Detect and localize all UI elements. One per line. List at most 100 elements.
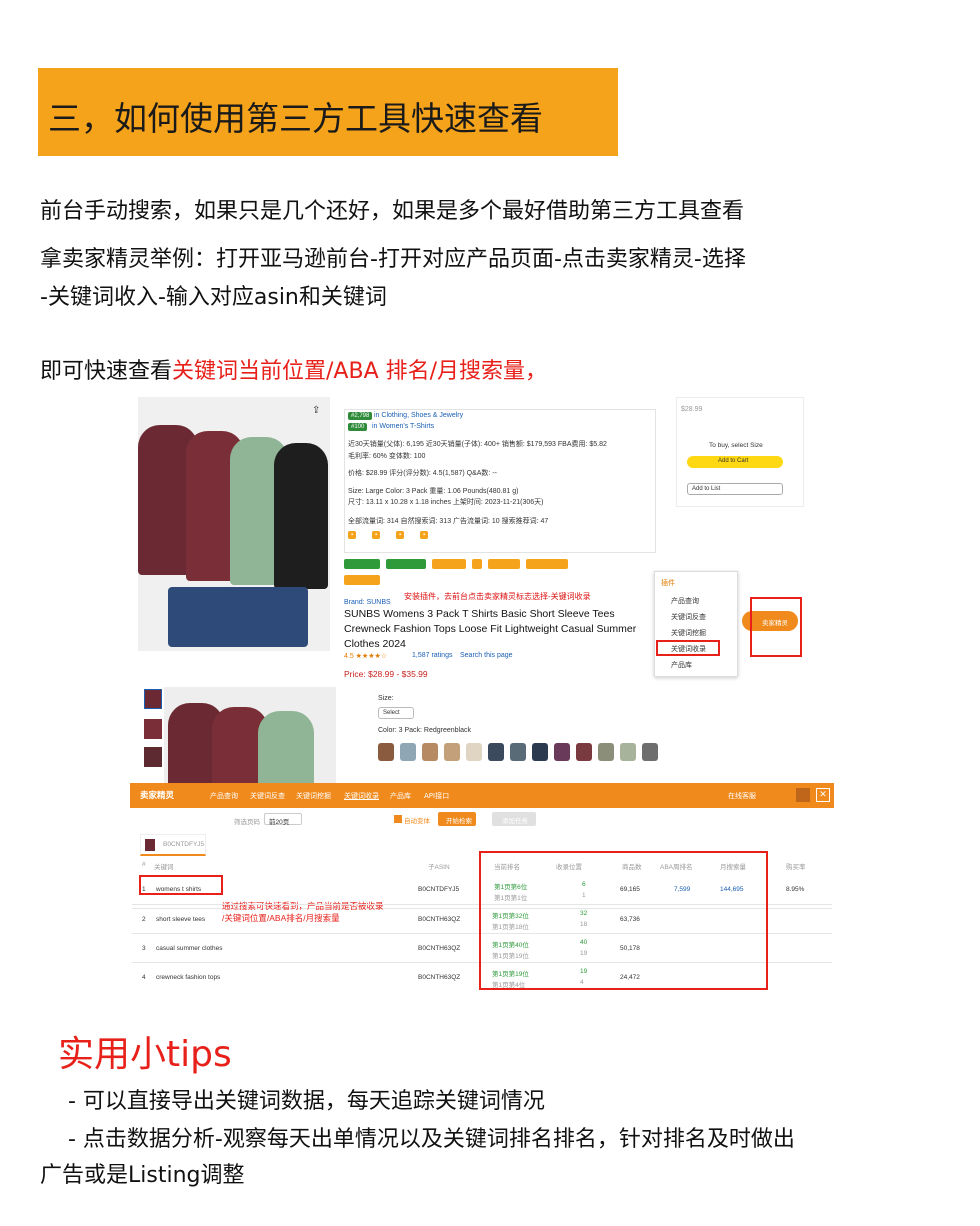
row-1-rate: 8.95% <box>786 886 805 893</box>
tag-4[interactable]: ▪ <box>420 531 429 539</box>
asin-tab-label: B0CNTDFYJ5 <box>163 841 205 848</box>
v-shirt-3 <box>258 711 314 783</box>
tool-nav-right[interactable]: 在线客服 <box>728 791 756 801</box>
swatch-4[interactable] <box>444 743 460 761</box>
tool-nav-3[interactable]: 关键词挖掘 <box>296 791 331 801</box>
row-4-index: 4 <box>142 974 146 981</box>
add-task-button[interactable]: 添加任务 <box>492 812 536 826</box>
brand-link[interactable]: Brand: SUNBS <box>344 599 391 606</box>
collapse-icon[interactable] <box>796 788 810 802</box>
product-title-line-3: Clothes 2024 <box>344 638 406 650</box>
product-title-line-2: Crewneck Fashion Tops Loose Fit Lightwei… <box>344 623 637 635</box>
share-icon[interactable]: ⇪ <box>312 405 320 416</box>
swatch-5[interactable] <box>466 743 482 761</box>
col-index: # <box>142 861 146 868</box>
swatch-9[interactable] <box>554 743 570 761</box>
action-btn-3[interactable] <box>432 559 466 569</box>
paragraph-3-prefix: 即可快速查看 <box>40 359 173 384</box>
shirt-black <box>274 443 328 589</box>
highlight-keyword-cell <box>139 875 223 895</box>
rank1-badge: #2,798 <box>348 412 373 420</box>
rank2-badge: #100 <box>348 423 368 431</box>
size-select-value: Select <box>383 710 400 716</box>
thumb-3[interactable] <box>144 747 162 767</box>
row-3-keyword[interactable]: casual summer clothes <box>156 945 222 952</box>
add-task-label: 添加任务 <box>502 818 528 825</box>
action-btn-7[interactable] <box>344 575 380 585</box>
action-btn-6[interactable] <box>526 559 568 569</box>
add-to-list-label: Add to List <box>692 486 721 492</box>
tool-nav-6[interactable]: API接口 <box>424 791 449 801</box>
tool-nav-5[interactable]: 产品库 <box>390 791 411 801</box>
tips-title: 实用小tips <box>58 1034 232 1075</box>
action-btn-4[interactable] <box>472 559 482 569</box>
swatch-13[interactable] <box>642 743 658 761</box>
to-buy-text: To buy, select Size <box>709 442 763 449</box>
row-4-asin: B0CNTH63QZ <box>418 974 461 981</box>
tool-logo[interactable]: 卖家精灵 <box>140 789 174 801</box>
plugin-menu-item-2[interactable]: 关键词反查 <box>671 612 706 622</box>
thumbnail-strip <box>142 687 164 783</box>
paragraph-3: 即可快速查看关键词当前位置/ABA 排名/月搜索量， <box>40 353 547 385</box>
price-range: Price: $28.99 - $35.99 <box>344 669 428 679</box>
search-page-link[interactable]: Search this page <box>460 652 513 659</box>
row-2-asin: B0CNTH63QZ <box>418 916 461 923</box>
rank1-category[interactable]: in Clothing, Shoes & Jewelry <box>374 412 463 419</box>
tool-nav-2[interactable]: 关键词反查 <box>250 791 285 801</box>
thumb-2[interactable] <box>144 719 162 739</box>
swatch-1[interactable] <box>378 743 394 761</box>
start-search-button[interactable]: 开始检索 <box>438 812 476 826</box>
tip-2-line-1: - 点击数据分析-观察每天出单情况以及关键词排名排名，针对排名及时做出 <box>68 1127 795 1152</box>
keyword-line: 全部流量词: 314 自然搜索词: 313 广告流量词: 10 搜索推荐词: 4… <box>348 518 549 525</box>
swatch-6[interactable] <box>488 743 504 761</box>
ratings-count[interactable]: 1,587 ratings <box>412 652 452 659</box>
swatch-10[interactable] <box>576 743 592 761</box>
row-3-index: 3 <box>142 945 146 952</box>
product-page-screenshot: ⇪ #2,798 in Clothing, Shoes & Jewelry #1… <box>138 397 804 687</box>
row-4-keyword[interactable]: crewneck fashion tops <box>156 974 220 981</box>
plugin-menu-item-1[interactable]: 产品查询 <box>671 596 699 606</box>
swatch-8[interactable] <box>532 743 548 761</box>
action-btn-2[interactable] <box>386 559 426 569</box>
close-icon[interactable]: ✕ <box>816 788 830 802</box>
tool-nav-4[interactable]: 关键词收录 <box>344 791 379 801</box>
buy-box: $28.99 To buy, select Size Add to Cart A… <box>676 397 804 507</box>
thumb-1[interactable] <box>144 689 162 709</box>
swatch-3[interactable] <box>422 743 438 761</box>
action-btn-5[interactable] <box>488 559 520 569</box>
plugin-menu-item-5[interactable]: 产品库 <box>671 660 692 670</box>
variant-image <box>164 687 336 783</box>
asin-tab[interactable]: B0CNTDFYJ5 <box>140 834 206 856</box>
auto-variant-checkbox[interactable] <box>394 815 402 823</box>
swatch-11[interactable] <box>598 743 614 761</box>
price-line: 价格: $28.99 评分(评分数): 4.5(1,587) Q&A数: -- <box>348 470 497 477</box>
highlight-keyword-menu <box>656 640 720 656</box>
swatch-12[interactable] <box>620 743 636 761</box>
row-2-keyword[interactable]: short sleeve tees <box>156 916 205 923</box>
rank2-category[interactable]: in Women's T-Shirts <box>372 423 434 430</box>
tag-2[interactable]: ▪ <box>372 531 381 539</box>
section-heading: 三，如何使用第三方工具快速查看 <box>48 99 543 138</box>
col-asin: 子ASIN <box>428 864 450 871</box>
asin-tab-thumb <box>145 839 155 851</box>
swatch-7[interactable] <box>510 743 526 761</box>
tag-1[interactable]: ▪ <box>348 531 357 539</box>
tip-2-line-2: 广告或是Listing调整 <box>40 1163 245 1188</box>
swatch-2[interactable] <box>400 743 416 761</box>
rating-stars[interactable]: 4.5 ★★★★☆ <box>344 652 387 660</box>
color-swatches <box>378 743 678 765</box>
product-image: ⇪ <box>138 397 330 651</box>
tag-3[interactable]: ▪ <box>396 531 405 539</box>
action-btn-1[interactable] <box>344 559 380 569</box>
annotation-line-1: 通过搜索可快速看到，产品当前是否被收录 <box>222 901 384 911</box>
plugin-menu-item-3[interactable]: 关键词挖掘 <box>671 628 706 638</box>
add-to-cart-button[interactable]: Add to Cart <box>687 456 783 468</box>
row-1-asin: B0CNTDFYJ5 <box>418 886 460 893</box>
tool-nav-1[interactable]: 产品查询 <box>210 791 238 801</box>
add-to-list-button[interactable]: Add to List <box>687 483 783 495</box>
margin-line: 毛利率: 60% 变体数: 100 <box>348 453 426 460</box>
size-select[interactable]: Select <box>378 707 414 719</box>
pages-select[interactable]: 前20页 <box>264 813 302 826</box>
jeans <box>168 587 308 647</box>
buy-price: $28.99 <box>681 406 703 413</box>
